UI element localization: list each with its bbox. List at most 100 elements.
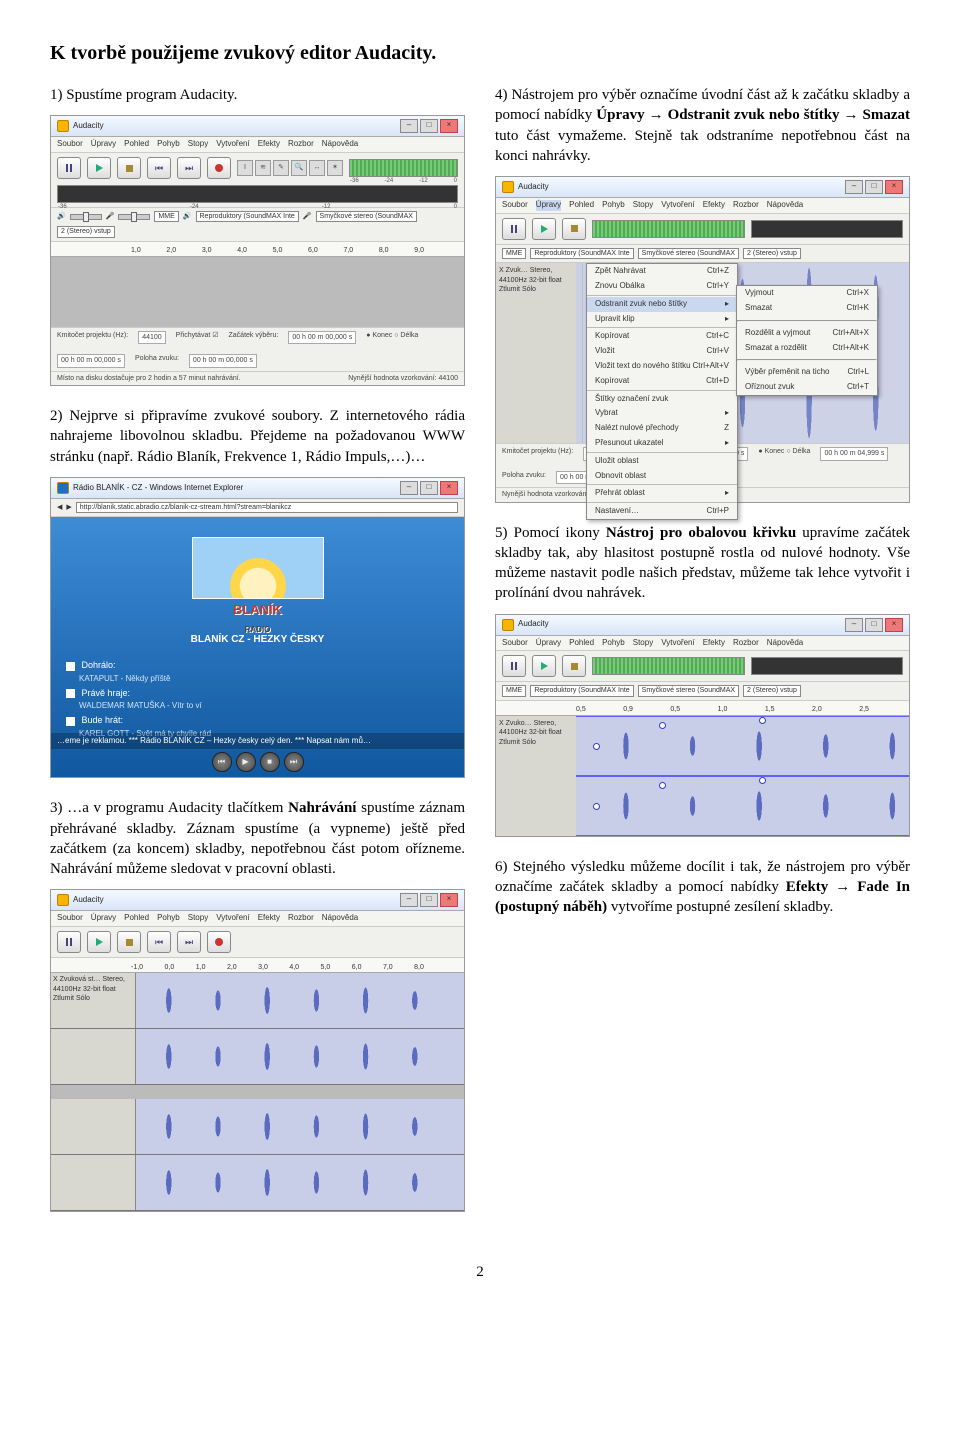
output-volume-slider[interactable] — [70, 214, 102, 220]
end-toggle[interactable]: ● Konec ○ Délka — [366, 331, 418, 344]
track-header[interactable]: X Zvuko… Stereo, 44100Hz 32-bit float Zt… — [496, 716, 583, 836]
menu-item[interactable]: Efekty — [258, 913, 280, 924]
minimize-button[interactable]: – — [400, 481, 418, 495]
browser-address-bar[interactable]: ◀ ▶ http://blanik.static.abradio.cz/blan… — [51, 499, 464, 517]
track-header[interactable]: X Zvuková st… Stereo, 44100Hz 32-bit flo… — [51, 973, 136, 1028]
menu-item[interactable]: Rozbor — [288, 913, 314, 924]
menu-item[interactable]: Přehrát oblast▸ — [587, 486, 737, 501]
submenu-item[interactable]: Výběr přeměnit na tichoCtrl+L — [737, 365, 877, 380]
menu-item[interactable]: Soubor — [502, 638, 528, 649]
menu-item[interactable]: Upravit klip▸ — [587, 312, 737, 327]
menu-item[interactable]: Nápověda — [767, 200, 803, 211]
menu-item[interactable]: Pohled — [569, 638, 594, 649]
output-meter[interactable] — [592, 220, 745, 238]
menu-item[interactable]: Znovu ObálkaCtrl+Y — [587, 279, 737, 294]
menu-item[interactable]: Rozbor — [733, 638, 759, 649]
pause-button[interactable] — [57, 931, 81, 953]
time-ruler[interactable]: -1,0 0,0 1,0 2,0 3,0 4,0 5,0 6,0 7,0 8,0 — [51, 958, 464, 973]
menu-item[interactable]: Pohyb — [602, 200, 625, 211]
rate-combo[interactable]: 44100 — [138, 331, 165, 344]
input-device-combo[interactable]: Smyčkové stereo (SoundMAX — [638, 248, 739, 259]
play-button[interactable] — [87, 931, 111, 953]
snap-label[interactable]: Přichytávat ☑ — [176, 331, 219, 344]
menu-item[interactable]: Úpravy — [91, 913, 116, 924]
menu-item[interactable]: Stopy — [633, 200, 653, 211]
menu-item[interactable]: Uložit oblast — [587, 454, 737, 469]
url-field[interactable]: http://blanik.static.abradio.cz/blanik-c… — [76, 502, 458, 513]
input-device-combo[interactable]: Smyčkové stereo (SoundMAX — [638, 685, 739, 696]
menu-item[interactable]: Efekty — [703, 200, 725, 211]
menu-item[interactable]: Nastavení…Ctrl+P — [587, 504, 737, 519]
stream-player[interactable]: ⏮ ▶ ■ ⏭ — [212, 752, 304, 772]
maximize-button[interactable]: □ — [865, 180, 883, 194]
submenu-item[interactable]: VyjmoutCtrl+X — [737, 286, 877, 301]
maximize-button[interactable]: □ — [865, 618, 883, 632]
menu-item[interactable]: Přesunout ukazatel▸ — [587, 436, 737, 451]
edit-tools[interactable]: I ≋ ✎ 🔍 ↔ ✶ — [237, 160, 343, 176]
menu-item[interactable]: Úpravy — [91, 139, 116, 150]
menu-item[interactable]: Úpravy — [536, 638, 561, 649]
menu-item[interactable]: Vybrat▸ — [587, 406, 737, 421]
menu-bar[interactable]: Soubor Úpravy Pohled Pohyb Stopy Vytvoře… — [496, 198, 909, 214]
menu-bar[interactable]: Soubor Úpravy Pohled Pohyb Stopy Vytvoře… — [51, 137, 464, 153]
close-button[interactable]: × — [440, 481, 458, 495]
menu-item[interactable]: Vytvoření — [216, 139, 250, 150]
menu-item[interactable]: Zpět NahrávatCtrl+Z — [587, 264, 737, 279]
player-next-button[interactable]: ⏭ — [284, 752, 304, 772]
menu-item-highlighted[interactable]: Odstranit zvuk nebo štítky▸ — [587, 297, 737, 312]
time-ruler[interactable]: 1,0 2,0 3,0 4,0 5,0 6,0 7,0 8,0 9,0 — [51, 242, 464, 257]
multi-track-canvas[interactable]: X Zvuková st… Stereo, 44100Hz 32-bit flo… — [51, 973, 464, 1211]
pause-button[interactable] — [502, 218, 526, 240]
time-ruler[interactable]: 0,5 0,9 0,5 1,0 1,5 2,0 2,5 — [496, 701, 909, 716]
menu-item[interactable]: Vytvoření — [216, 913, 250, 924]
menu-item[interactable]: Nápověda — [322, 139, 358, 150]
track-header[interactable] — [51, 1155, 136, 1210]
sel-start-field[interactable]: 00 h 00 m 00,000 s — [288, 331, 356, 344]
audio-track[interactable] — [51, 1029, 464, 1085]
menu-item[interactable]: Vytvoření — [661, 200, 695, 211]
envelope-line[interactable] — [576, 716, 909, 776]
edit-dropdown-menu[interactable]: Zpět NahrávatCtrl+Z Znovu ObálkaCtrl+Y O… — [586, 263, 738, 520]
play-button[interactable] — [532, 655, 556, 677]
submenu-item[interactable]: Oříznout zvukCtrl+T — [737, 380, 877, 395]
skip-start-button[interactable]: ⏮ — [147, 157, 171, 179]
minimize-button[interactable]: – — [400, 119, 418, 133]
menu-bar[interactable]: Soubor Úpravy Pohled Pohyb Stopy Vytvoře… — [51, 911, 464, 927]
menu-item[interactable]: Vložit text do nového štítkuCtrl+Alt+V — [587, 359, 737, 374]
channels-combo[interactable]: 2 (Stereo) vstup — [743, 248, 801, 259]
close-button[interactable]: × — [885, 180, 903, 194]
minimize-button[interactable]: – — [845, 180, 863, 194]
track-canvas-empty[interactable] — [51, 257, 464, 327]
envelope-point[interactable] — [659, 782, 666, 789]
pause-button[interactable] — [57, 157, 81, 179]
input-meter[interactable]: -36 -24 -12 0 — [57, 185, 458, 203]
output-device-combo[interactable]: Reproduktory (SoundMAX Inte — [530, 248, 633, 259]
stop-button[interactable] — [117, 931, 141, 953]
back-icon[interactable]: ◀ — [57, 503, 62, 512]
menu-item[interactable]: Štítky označení zvuk — [587, 392, 737, 407]
output-device-combo[interactable]: Reproduktory (SoundMAX Inte — [196, 211, 299, 222]
stop-button[interactable] — [117, 157, 141, 179]
close-button[interactable]: × — [885, 618, 903, 632]
player-play-button[interactable]: ▶ — [236, 752, 256, 772]
player-stop-button[interactable]: ■ — [260, 752, 280, 772]
menu-item[interactable]: Nápověda — [767, 638, 803, 649]
host-combo[interactable]: MME — [502, 685, 526, 696]
menu-item[interactable]: Pohled — [569, 200, 594, 211]
menu-item[interactable]: Pohyb — [157, 139, 180, 150]
menu-bar[interactable]: Soubor Úpravy Pohled Pohyb Stopy Vytvoře… — [496, 636, 909, 652]
record-button[interactable] — [207, 931, 231, 953]
input-device-combo[interactable]: Smyčkové stereo (SoundMAX — [316, 211, 417, 222]
close-button[interactable]: × — [440, 893, 458, 907]
play-button[interactable] — [532, 218, 556, 240]
track-header[interactable]: X Zvuk… Stereo, 44100Hz 32-bit float Ztl… — [496, 263, 583, 443]
output-meter[interactable] — [592, 657, 745, 675]
menu-item[interactable]: Stopy — [633, 638, 653, 649]
forward-icon[interactable]: ▶ — [66, 503, 71, 512]
sel-end-field[interactable]: 00 h 00 m 04,999 s — [820, 447, 888, 460]
record-button[interactable] — [207, 157, 231, 179]
zoom-tool-icon[interactable]: 🔍 — [291, 160, 307, 176]
menu-item[interactable]: Obnovit oblast — [587, 469, 737, 484]
menu-item[interactable]: Stopy — [188, 139, 208, 150]
menu-item[interactable]: Vytvoření — [661, 638, 695, 649]
